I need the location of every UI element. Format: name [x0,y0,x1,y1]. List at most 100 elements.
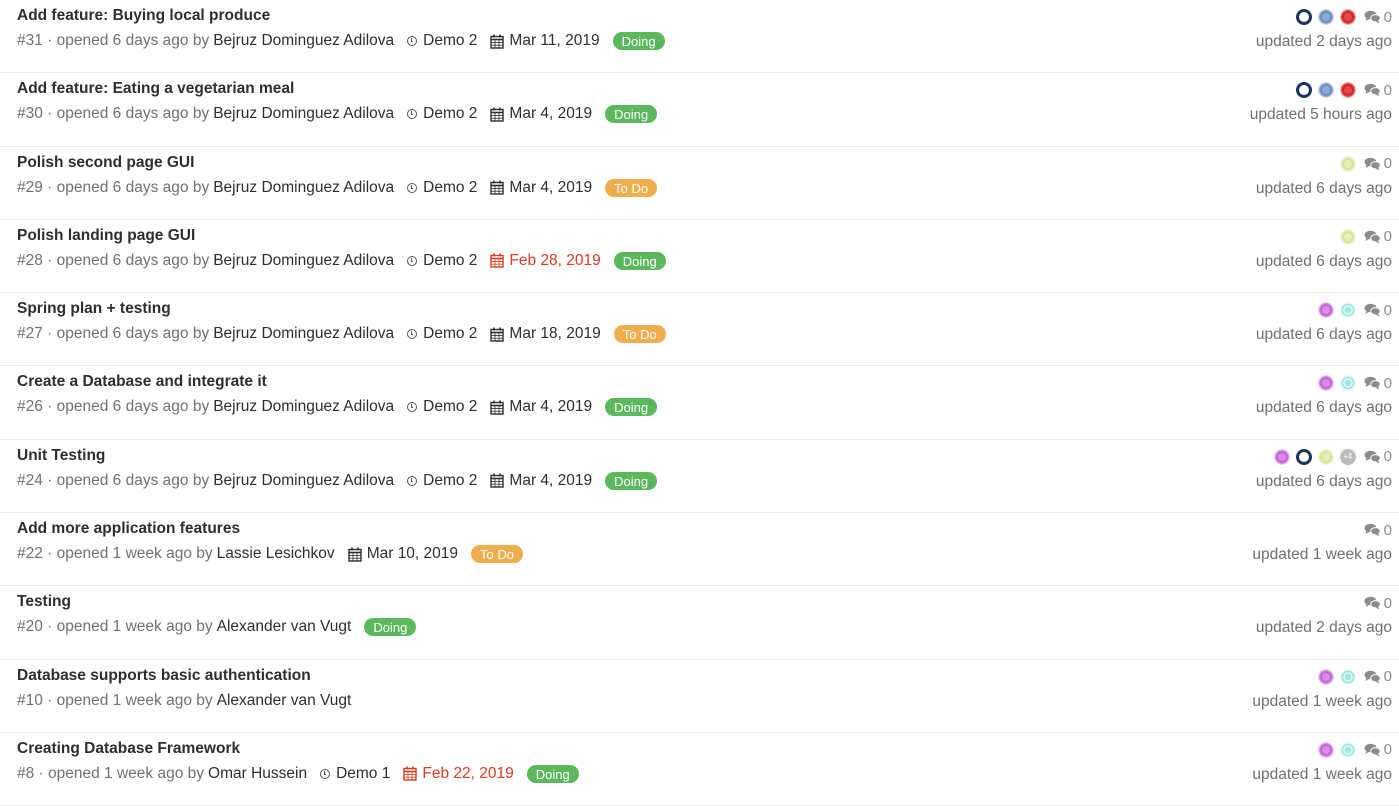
status-label[interactable]: Doing [605,471,658,490]
status-label[interactable]: To Do [605,178,658,197]
milestone-link[interactable]: Demo 1 [320,765,390,783]
calendar-icon [490,473,505,488]
issue-row[interactable]: Creating Database Framework #8 · opened … [0,733,1399,806]
purple-pattern-avatar[interactable] [1317,302,1334,319]
issue-row[interactable]: Polish landing page GUI #28 · opened 6 d… [0,220,1399,294]
status-label[interactable]: Doing [612,32,665,50]
milestone-link[interactable]: Demo 2 [407,325,477,343]
red-pattern-avatar[interactable] [1339,9,1356,25]
lime-pattern-avatar[interactable] [1339,228,1356,245]
comments-link[interactable]: 0 [1364,228,1392,245]
opened-text: opened 1 week ago by [56,545,213,563]
milestone-name: Demo 2 [423,471,478,489]
issue-row[interactable]: Add feature: Buying local produce #31 · … [0,0,1399,74]
issue-row[interactable]: Database supports basic authentication #… [0,660,1399,733]
assignee-list [1312,302,1356,319]
comments-link[interactable]: 0 [1364,155,1392,172]
lime-pattern-avatar[interactable] [1317,448,1334,465]
comments-link[interactable]: 0 [1364,668,1392,685]
issue-row[interactable]: Unit Testing #24 · opened 6 days ago by … [0,440,1399,514]
issue-title-link[interactable]: Add more application features [17,520,240,538]
status-label[interactable]: Doing [364,618,417,637]
updated-time: updated 6 days ago [1255,399,1392,417]
purple-pattern-avatar[interactable] [1317,741,1334,758]
status-label[interactable]: Doing [613,251,666,270]
more-assignees-avatar[interactable]: +4 [1339,448,1356,465]
issue-title-link[interactable]: Add feature: Buying local produce [17,7,270,25]
author-link[interactable]: Bejruz Dominguez Adilova [213,32,394,50]
issue-title-link[interactable]: Creating Database Framework [17,740,240,758]
issue-reference: #8 [17,764,35,782]
status-label[interactable]: Doing [526,764,579,783]
purple-pattern-avatar[interactable] [1317,668,1334,685]
issue-title-link[interactable]: Create a Database and integrate it [17,373,267,391]
issue-row[interactable]: Add more application features #22 · open… [0,513,1399,587]
updated-time: updated 2 days ago [1255,619,1392,637]
status-label[interactable]: Doing [605,105,658,124]
author-link[interactable]: Bejruz Dominguez Adilova [213,252,394,270]
milestone-link[interactable]: Demo 2 [407,105,477,123]
purple-pattern-avatar[interactable] [1317,375,1334,392]
status-label[interactable]: Doing [605,398,658,417]
milestone-link[interactable]: Demo 2 [407,179,477,197]
teal-pattern-avatar[interactable] [1339,668,1356,685]
purple-pattern-avatar[interactable] [1273,448,1290,465]
issue-row[interactable]: Add feature: Eating a vegetarian meal #3… [0,73,1399,147]
issue-meta: #28 · opened 6 days ago by Bejruz Doming… [17,251,666,270]
comments-link[interactable]: 0 [1364,9,1392,26]
comments-link[interactable]: 0 [1364,302,1392,319]
author-link[interactable]: Alexander van Vugt [217,692,352,710]
due-date-text: Mar 4, 2019 [509,178,593,196]
milestone-link[interactable]: Demo 2 [407,472,477,490]
issue-title-link[interactable]: Add feature: Eating a vegetarian meal [17,80,294,98]
comments-icon [1364,303,1381,317]
author-link[interactable]: Bejruz Dominguez Adilova [213,472,394,490]
issue-row[interactable]: Create a Database and integrate it #26 ·… [0,366,1399,440]
teal-pattern-avatar[interactable] [1339,375,1356,392]
comments-link[interactable]: 0 [1364,448,1392,465]
author-link[interactable]: Bejruz Dominguez Adilova [213,325,394,343]
milestone-link[interactable]: Demo 2 [407,398,477,416]
author-link[interactable]: Omar Hussein [208,765,307,783]
clock-icon [320,768,331,779]
milestone-link[interactable]: Demo 2 [407,32,477,50]
blue-pattern-avatar[interactable] [1317,9,1334,25]
comments-link[interactable]: 0 [1364,595,1392,612]
comments-count: 0 [1383,741,1392,759]
issue-controls-top: 0 [1356,520,1392,540]
teal-pattern-avatar[interactable] [1339,741,1356,758]
status-label[interactable]: To Do [471,545,523,564]
issue-meta: #26 · opened 6 days ago by Bejruz Doming… [17,398,658,417]
issue-title-link[interactable]: Database supports basic authentication [17,667,311,685]
author-link[interactable]: Bejruz Dominguez Adilova [213,105,394,123]
calendar-icon [347,547,362,562]
red-pattern-avatar[interactable] [1339,82,1356,99]
author-link[interactable]: Lassie Lesichkov [217,545,335,563]
status-label[interactable]: To Do [613,325,666,344]
lime-pattern-avatar[interactable] [1339,155,1356,172]
author-link[interactable]: Alexander van Vugt [217,618,352,636]
issue-title-link[interactable]: Unit Testing [17,447,105,465]
comments-link[interactable]: 0 [1364,375,1392,392]
issue-row[interactable]: Spring plan + testing #27 · opened 6 day… [0,293,1399,367]
issue-controls: +4 0 updated 6 days ago [1256,447,1392,491]
blue-pattern-avatar[interactable] [1317,82,1334,99]
milestone-link[interactable]: Demo 2 [407,252,477,270]
author-link[interactable]: Bejruz Dominguez Adilova [213,179,394,197]
issue-title-link[interactable]: Polish landing page GUI [17,227,195,245]
teal-pattern-avatar[interactable] [1339,302,1356,319]
navy-gear-avatar[interactable] [1295,82,1312,99]
issue-row[interactable]: Polish second page GUI #29 · opened 6 da… [0,147,1399,220]
comments-link[interactable]: 0 [1364,522,1392,539]
author-link[interactable]: Bejruz Dominguez Adilova [213,398,394,416]
navy-gear-avatar[interactable] [1295,448,1312,465]
comments-link[interactable]: 0 [1364,82,1392,99]
issue-title-link[interactable]: Spring plan + testing [17,300,171,318]
due-date-text: Feb 28, 2019 [509,251,601,269]
comments-count: 0 [1383,8,1392,26]
issue-row[interactable]: Testing #20 · opened 1 week ago by Alexa… [0,586,1399,660]
navy-gear-avatar[interactable] [1295,9,1312,25]
issue-title-link[interactable]: Polish second page GUI [17,154,194,172]
comments-link[interactable]: 0 [1364,741,1392,758]
issue-title-link[interactable]: Testing [17,593,71,611]
